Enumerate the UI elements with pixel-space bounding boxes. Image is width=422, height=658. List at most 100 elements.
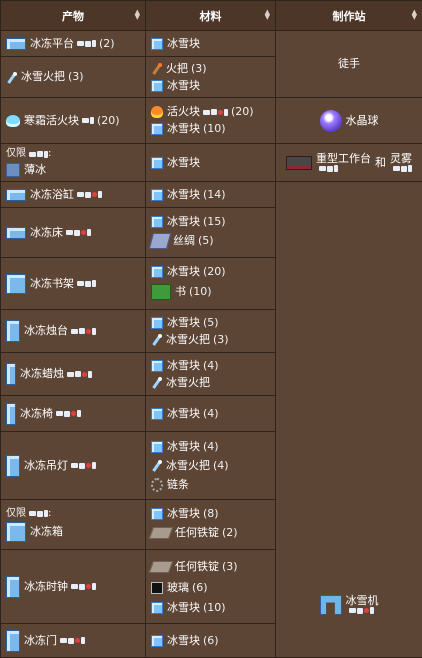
silk-icon bbox=[149, 233, 171, 249]
ice-block-icon bbox=[151, 189, 163, 201]
header-station[interactable]: 制作站▲▼ bbox=[276, 1, 422, 31]
station-cell: 徒手 bbox=[276, 31, 422, 98]
frozen-bookcase-icon bbox=[6, 274, 26, 294]
station-by-hand[interactable]: 徒手 bbox=[338, 57, 360, 70]
material-name[interactable]: 冰雪块 bbox=[167, 121, 200, 137]
station-cell: 水晶球 bbox=[276, 98, 422, 144]
ice-block-icon bbox=[151, 602, 163, 614]
product-cell: 冰雪火把(3) bbox=[1, 57, 146, 98]
materials-cell: 冰雪块(5) 冰雪火把(3) bbox=[146, 310, 276, 353]
product-name[interactable]: 冰冻烛台 bbox=[24, 323, 68, 339]
materials-cell: 冰雪块 bbox=[146, 144, 276, 182]
frozen-chandelier-icon bbox=[6, 455, 20, 477]
product-name[interactable]: 冰冻箱 bbox=[30, 524, 63, 540]
sort-icon[interactable]: ▲▼ bbox=[412, 10, 417, 20]
ice-machine-icon bbox=[320, 595, 342, 615]
material-name[interactable]: 任何铁锭 bbox=[175, 559, 219, 575]
station-heavy-workbench[interactable]: 重型工作台 bbox=[316, 153, 371, 165]
station-ice-machine[interactable]: 冰雪机 bbox=[346, 595, 379, 607]
material-name[interactable]: 冰雪块 bbox=[167, 36, 200, 52]
material-name[interactable]: 任何铁锭 bbox=[175, 525, 219, 541]
iron-bar-icon bbox=[149, 527, 173, 539]
ice-block-icon bbox=[151, 508, 163, 520]
version-icons bbox=[67, 371, 92, 378]
only-label: 仅限 bbox=[6, 146, 26, 162]
product-cell: 冰冻书架 bbox=[1, 258, 146, 310]
chain-icon bbox=[151, 478, 163, 492]
ice-block-icon bbox=[151, 635, 163, 647]
station-cell: 重型工作台 和 灵雾 bbox=[276, 144, 422, 182]
materials-cell: 火把(3) 冰雪块 bbox=[146, 57, 276, 98]
version-icons bbox=[66, 229, 91, 236]
product-name[interactable]: 冰冻蜡烛 bbox=[20, 366, 64, 382]
version-icons bbox=[29, 151, 48, 158]
frozen-bathtub-icon bbox=[6, 189, 26, 201]
product-cell: 冰冻椅 bbox=[1, 396, 146, 432]
product-cell: 仅限: 冰冻箱 bbox=[1, 500, 146, 550]
sort-icon[interactable]: ▲▼ bbox=[135, 10, 140, 20]
material-name[interactable]: 冰雪块 bbox=[167, 264, 200, 280]
product-name[interactable]: 冰冻浴缸 bbox=[30, 187, 74, 203]
material-name[interactable]: 冰雪块 bbox=[167, 506, 200, 522]
product-cell: 冰冻蜡烛 bbox=[1, 353, 146, 396]
product-name[interactable]: 冰冻书架 bbox=[30, 276, 74, 292]
product-cell: 冰冻浴缸 bbox=[1, 182, 146, 208]
product-name[interactable]: 冰雪火把 bbox=[21, 69, 65, 85]
material-name[interactable]: 冰雪块 bbox=[167, 214, 200, 230]
product-name[interactable]: 冰冻椅 bbox=[20, 406, 53, 422]
iron-bar-icon bbox=[149, 561, 173, 573]
material-name[interactable]: 冰雪块 bbox=[167, 78, 200, 94]
material-name[interactable]: 玻璃 bbox=[167, 580, 189, 596]
product-cell: 冰冻平台(2) bbox=[1, 31, 146, 57]
only-label: 仅限 bbox=[6, 506, 26, 522]
material-name[interactable]: 活火块 bbox=[167, 104, 200, 120]
ice-block-icon bbox=[151, 360, 163, 372]
version-icons bbox=[319, 165, 338, 172]
material-name[interactable]: 冰雪块 bbox=[167, 187, 200, 203]
glass-icon bbox=[151, 582, 163, 594]
materials-cell: 冰雪块(6) bbox=[146, 624, 276, 658]
materials-cell: 冰雪块(4) 冰雪火把(4) 链条 bbox=[146, 432, 276, 500]
material-name[interactable]: 冰雪块 bbox=[167, 315, 200, 331]
sort-icon[interactable]: ▲▼ bbox=[265, 10, 270, 20]
station-crystal-ball[interactable]: 水晶球 bbox=[346, 113, 379, 129]
product-name[interactable]: 冰冻床 bbox=[30, 225, 63, 241]
product-name[interactable]: 冰冻吊灯 bbox=[24, 458, 68, 474]
material-name[interactable]: 冰雪火把 bbox=[166, 375, 210, 391]
frozen-door-icon bbox=[6, 630, 20, 652]
material-name[interactable]: 链条 bbox=[167, 477, 189, 493]
product-name[interactable]: 冰冻时钟 bbox=[24, 579, 68, 595]
version-icons bbox=[60, 637, 85, 644]
product-name[interactable]: 寒霜活火块 bbox=[24, 113, 79, 129]
ice-block-icon bbox=[151, 123, 163, 135]
product-cell: 冰冻烛台 bbox=[1, 310, 146, 353]
product-name[interactable]: 冰冻平台 bbox=[30, 36, 74, 52]
material-name[interactable]: 冰雪块 bbox=[167, 600, 200, 616]
ice-torch-icon bbox=[151, 377, 162, 388]
material-name[interactable]: 丝绸 bbox=[173, 233, 195, 249]
product-name[interactable]: 薄冰 bbox=[24, 162, 46, 178]
torch-icon bbox=[151, 63, 162, 74]
product-name[interactable]: 冰冻门 bbox=[24, 633, 57, 649]
materials-cell: 冰雪块(14) bbox=[146, 182, 276, 208]
material-name[interactable]: 冰雪块 bbox=[167, 633, 200, 649]
material-name[interactable]: 冰雪块 bbox=[167, 406, 200, 422]
material-name[interactable]: 书 bbox=[175, 284, 186, 300]
station-ectomist[interactable]: 灵雾 bbox=[390, 153, 412, 165]
version-icons bbox=[29, 510, 48, 517]
product-cell: 寒霜活火块(20) bbox=[1, 98, 146, 144]
version-icons bbox=[71, 328, 96, 335]
material-name[interactable]: 火把 bbox=[166, 61, 188, 77]
material-name[interactable]: 冰雪块 bbox=[167, 358, 200, 374]
material-name[interactable]: 冰雪火把 bbox=[166, 458, 210, 474]
version-icons bbox=[56, 410, 81, 417]
material-name[interactable]: 冰雪火把 bbox=[166, 332, 210, 348]
table-row: 冰冻平台(2) 冰雪块 徒手 bbox=[1, 31, 422, 57]
header-materials[interactable]: 材料▲▼ bbox=[146, 1, 276, 31]
version-icons bbox=[77, 40, 96, 47]
material-name[interactable]: 冰雪块 bbox=[167, 155, 200, 171]
material-name[interactable]: 冰雪块 bbox=[167, 439, 200, 455]
header-product[interactable]: 产物▲▼ bbox=[1, 1, 146, 31]
materials-cell: 冰雪块 bbox=[146, 31, 276, 57]
ice-block-icon bbox=[151, 266, 163, 278]
